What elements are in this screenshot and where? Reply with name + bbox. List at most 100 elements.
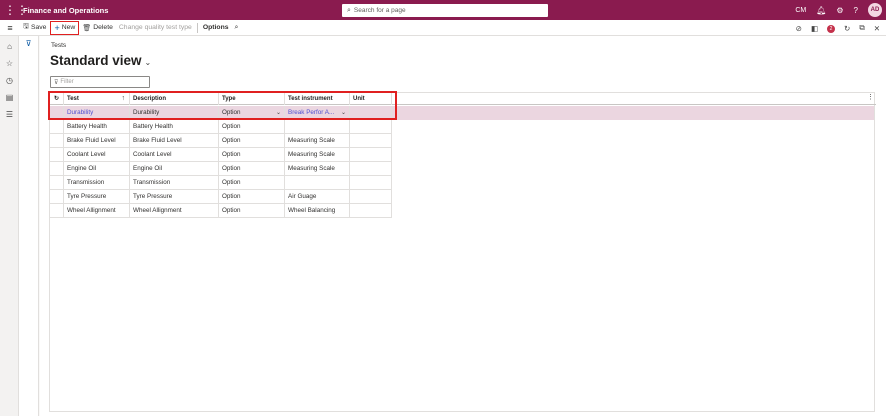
favorites-icon[interactable]: ☆ (0, 55, 19, 72)
unit-cell[interactable] (350, 190, 392, 204)
instrument-value: Break Perfor A... (288, 109, 335, 116)
home-icon[interactable]: ⌂ (0, 38, 19, 55)
recent-icon[interactable]: ◷ (0, 72, 19, 89)
company-picker[interactable]: CM (795, 7, 806, 14)
description-cell[interactable]: Engine Oil (130, 162, 219, 176)
help-icon[interactable]: ? (854, 6, 858, 15)
table-row[interactable]: Wheel Allignment Wheel Allignment Option… (50, 204, 392, 218)
type-cell[interactable]: Option (219, 204, 285, 218)
instrument-cell[interactable]: Measuring Scale (285, 162, 350, 176)
row-selector[interactable] (50, 148, 64, 162)
connector-icon[interactable]: ⊘ (796, 24, 802, 33)
table-row[interactable]: Transmission Transmission Option (50, 176, 392, 190)
save-button[interactable]: 🖫 Save (20, 21, 49, 35)
refresh-icon[interactable]: ↻ (844, 24, 850, 33)
search-input[interactable]: ⌕ Search for a page (342, 4, 548, 17)
plus-icon: + (54, 22, 60, 33)
test-cell[interactable]: Engine Oil (64, 162, 130, 176)
close-icon[interactable]: ✕ (874, 24, 880, 33)
type-cell[interactable]: Option (219, 176, 285, 190)
office-icon[interactable]: ◧ (811, 24, 818, 33)
table-row[interactable]: Coolant Level Coolant Level Option Measu… (50, 148, 392, 162)
unit-cell[interactable] (350, 204, 392, 218)
notification-icon[interactable]: 2 (827, 23, 836, 33)
type-cell[interactable]: Option (219, 134, 285, 148)
description-cell[interactable]: Durability (130, 106, 219, 120)
unit-cell[interactable] (350, 162, 392, 176)
gear-icon[interactable]: ⚙ (836, 6, 843, 15)
table-row[interactable]: Tyre Pressure Tyre Pressure Option Air G… (50, 190, 392, 204)
open-new-window-icon[interactable]: ⧉ (859, 23, 864, 33)
table-row[interactable]: Battery Health Battery Health Option (50, 120, 392, 134)
instrument-cell[interactable] (285, 120, 350, 134)
type-cell[interactable]: Option (219, 148, 285, 162)
row-selector[interactable] (50, 134, 64, 148)
row-selector[interactable] (50, 106, 64, 120)
unit-cell[interactable] (350, 134, 392, 148)
instrument-cell[interactable]: Measuring Scale (285, 148, 350, 162)
table-row[interactable]: Brake Fluid Level Brake Fluid Level Opti… (50, 134, 392, 148)
refresh-grid-icon[interactable]: ↻ (50, 92, 64, 105)
workspaces-icon[interactable]: ▤ (0, 89, 19, 106)
modules-icon[interactable]: ☰ (0, 106, 19, 123)
hamburger-icon[interactable]: ≡ (0, 23, 20, 33)
instrument-select[interactable]: Break Perfor A... ⌄ (285, 106, 350, 120)
description-cell[interactable]: Tyre Pressure (130, 190, 219, 204)
delete-button[interactable]: 🗑︎ Delete (79, 21, 116, 35)
chevron-down-icon[interactable]: ⌄ (276, 106, 281, 120)
search-actions-icon[interactable]: ⌕ (232, 21, 242, 35)
column-header-description[interactable]: Description (130, 92, 219, 105)
unit-cell[interactable] (350, 176, 392, 190)
test-cell[interactable]: Wheel Allignment (64, 204, 130, 218)
notification-badge: 2 (827, 25, 836, 33)
type-cell[interactable]: Option (219, 162, 285, 176)
column-header-test[interactable]: Test ↑ (64, 92, 130, 105)
more-options-icon[interactable]: ⋮ (867, 93, 874, 101)
column-header-unit[interactable]: Unit (350, 92, 392, 105)
column-header-test-instrument[interactable]: Test instrument (285, 92, 350, 105)
test-cell[interactable]: Tyre Pressure (64, 190, 130, 204)
row-selector[interactable] (50, 204, 64, 218)
chevron-down-icon[interactable]: ⌄ (341, 106, 346, 120)
instrument-cell[interactable]: Air Guage (285, 190, 350, 204)
change-test-type-button[interactable]: Change quality test type (116, 21, 195, 35)
table-row[interactable]: Engine Oil Engine Oil Option Measuring S… (50, 162, 392, 176)
test-cell[interactable]: Battery Health (64, 120, 130, 134)
test-cell[interactable]: Brake Fluid Level (64, 134, 130, 148)
new-button[interactable]: + New (50, 20, 80, 35)
instrument-cell[interactable] (285, 176, 350, 190)
bell-icon[interactable]: 🔔︎ (816, 6, 826, 15)
save-label: Save (30, 24, 47, 31)
unit-cell[interactable] (350, 148, 392, 162)
unit-cell[interactable] (350, 106, 392, 120)
test-cell[interactable]: Transmission (64, 176, 130, 190)
type-cell[interactable]: Option (219, 120, 285, 134)
description-cell[interactable]: Battery Health (130, 120, 219, 134)
row-selector[interactable] (50, 162, 64, 176)
instrument-cell[interactable]: Wheel Balancing (285, 204, 350, 218)
row-selector[interactable] (50, 120, 64, 134)
filter-input[interactable]: ⊽ Filter (50, 76, 150, 88)
row-selector[interactable] (50, 190, 64, 204)
filter-icon[interactable]: ⊽ (19, 39, 38, 48)
app-title[interactable]: Finance and Operations (23, 6, 108, 15)
description-cell[interactable]: Coolant Level (130, 148, 219, 162)
sort-ascending-icon: ↑ (121, 94, 126, 102)
view-selector[interactable]: Standard view ⌄ (50, 53, 151, 68)
table-row[interactable]: Durability Durability Option ⌄ Break Perf… (50, 106, 874, 120)
test-cell[interactable]: Coolant Level (64, 148, 130, 162)
options-tab[interactable]: Options (200, 21, 232, 35)
type-select[interactable]: Option ⌄ (219, 106, 285, 120)
new-label: New (61, 24, 76, 31)
description-cell[interactable]: Brake Fluid Level (130, 134, 219, 148)
type-cell[interactable]: Option (219, 190, 285, 204)
column-header-type[interactable]: Type (219, 92, 285, 105)
row-selector[interactable] (50, 176, 64, 190)
avatar[interactable]: AD (868, 3, 882, 17)
test-cell[interactable]: Durability (64, 106, 130, 120)
description-cell[interactable]: Transmission (130, 176, 219, 190)
instrument-cell[interactable]: Measuring Scale (285, 134, 350, 148)
description-cell[interactable]: Wheel Allignment (130, 204, 219, 218)
app-launcher-icon[interactable]: ⋮⋮⋮ (0, 0, 28, 20)
unit-cell[interactable] (350, 120, 392, 134)
